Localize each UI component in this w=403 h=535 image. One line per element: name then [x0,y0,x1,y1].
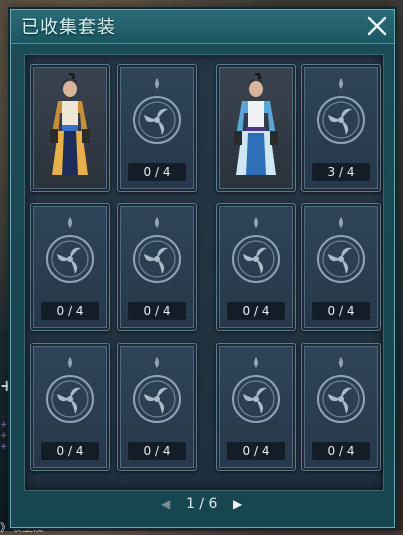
set-card-11[interactable]: 0 / 4 [216,343,296,471]
set-grid: 0 / 4 3 / 4 0 / 4 0 / 4 0 / 4 0 / 4 0 / … [24,54,384,491]
drop-icon [254,357,258,368]
window-title: 已收集套装 [21,17,116,38]
set-card-8[interactable]: 0 / 4 [301,203,381,331]
set-card-5[interactable]: 0 / 4 [30,203,110,331]
set-progress-count: 0 / 4 [41,302,99,320]
title-bar: 已收集套装 [11,10,394,44]
drop-icon [339,78,343,89]
swirl-emblem-icon [232,375,280,423]
set-card-10[interactable]: 0 / 4 [117,343,197,471]
drop-icon [155,78,159,89]
swirl-emblem-icon [133,96,181,144]
set-card-12[interactable]: 0 / 4 [301,343,381,471]
swirl-emblem-icon [133,235,181,283]
set-card-1[interactable] [30,64,110,192]
close-icon[interactable] [366,15,388,37]
set-card-2[interactable]: 0 / 4 [117,64,197,192]
pagination: ◀ 1 / 6 ▶ [161,494,251,516]
drop-icon [68,217,72,228]
set-progress-count: 0 / 4 [227,302,285,320]
next-page-icon[interactable]: ▶ [233,497,242,511]
swirl-emblem-icon [317,375,365,423]
set-card-9[interactable]: 0 / 4 [30,343,110,471]
set-card-6[interactable]: 0 / 4 [117,203,197,331]
drop-icon [68,357,72,368]
set-card-3[interactable] [216,64,296,192]
page-indicator: 1 / 6 [186,496,218,512]
set-progress-count: 0 / 4 [312,302,370,320]
drop-icon [339,357,343,368]
set-progress-count: 0 / 4 [128,163,186,181]
swirl-emblem-icon [317,235,365,283]
drop-icon [155,357,159,368]
hero-portrait-gold-icon [50,73,90,175]
swirl-emblem-icon [133,375,181,423]
swirl-emblem-icon [46,235,94,283]
collected-sets-window: 已收集套装 0 / 4 3 / 4 0 / 4 0 / 4 0 / 4 0 / … [10,9,395,528]
set-progress-count: 0 / 4 [128,442,186,460]
swirl-emblem-icon [46,375,94,423]
set-card-7[interactable]: 0 / 4 [216,203,296,331]
set-progress-count: 0 / 4 [41,442,99,460]
prev-page-icon[interactable]: ◀ [161,497,170,511]
set-progress-count: 0 / 4 [312,442,370,460]
set-progress-count: 0 / 4 [227,442,285,460]
drop-icon [339,217,343,228]
drop-icon [254,217,258,228]
set-progress-count: 3 / 4 [312,163,370,181]
set-progress-count: 0 / 4 [128,302,186,320]
swirl-emblem-icon [317,96,365,144]
set-card-4[interactable]: 3 / 4 [301,64,381,192]
hero-portrait-blue-icon [234,73,278,175]
drop-icon [155,217,159,228]
swirl-emblem-icon [232,235,280,283]
